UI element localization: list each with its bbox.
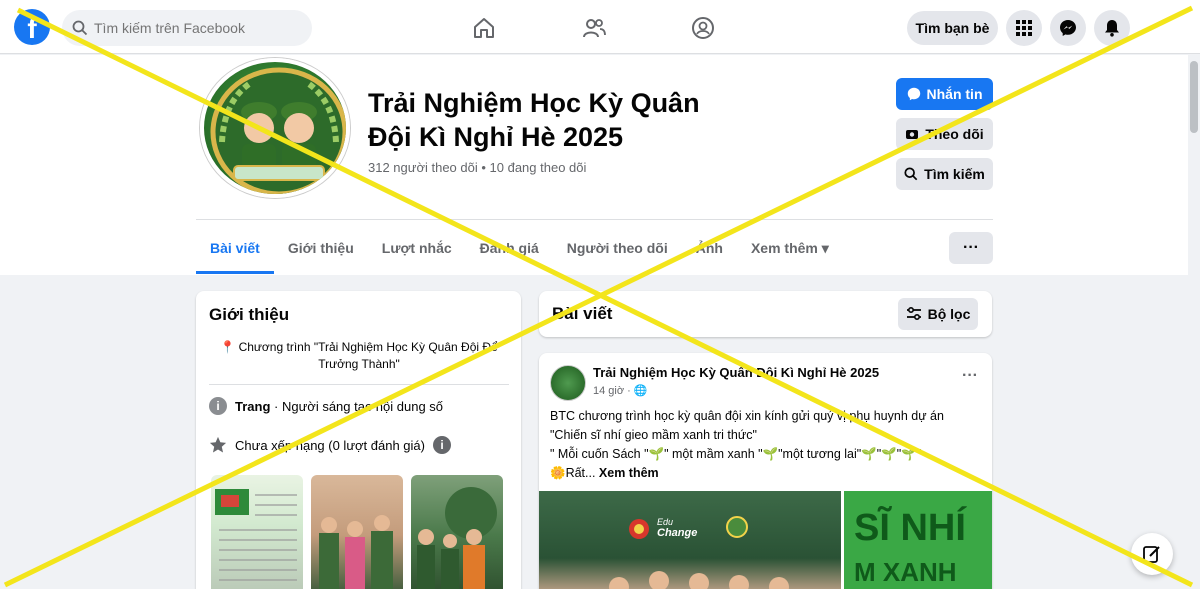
- page-title-line-2: Đội Kì Nghỉ Hè 2025: [368, 122, 624, 152]
- info-icon[interactable]: i: [433, 436, 451, 454]
- page-search-button[interactable]: Tìm kiếm: [896, 158, 993, 190]
- post-text-line-1: BTC chương trình học kỳ quân đội xin kín…: [550, 409, 944, 423]
- page-label: Trang: [235, 398, 271, 414]
- tab-mentions[interactable]: Lượt nhắc: [368, 222, 466, 274]
- scrollbar[interactable]: [1188, 55, 1200, 589]
- tab-posts[interactable]: Bài viết: [196, 222, 274, 274]
- messenger-icon: [907, 87, 920, 101]
- post-author-avatar[interactable]: [550, 365, 586, 401]
- tab-see-more-label: Xem thêm: [750, 240, 818, 256]
- globe-icon: 🌐: [633, 385, 648, 397]
- search-input[interactable]: [94, 20, 294, 36]
- tab-about[interactable]: Giới thiệu: [274, 222, 368, 274]
- follower-stats: 312 người theo dõi • 10 đang theo dõi: [368, 160, 587, 175]
- post-options-button[interactable]: ···: [962, 367, 978, 385]
- find-friends-button[interactable]: Tìm bạn bè: [907, 11, 998, 45]
- post-image-left[interactable]: Edu Change: [539, 491, 841, 589]
- posts-title: Bài viết: [552, 304, 613, 323]
- intro-photo-2[interactable]: [311, 475, 403, 589]
- intro-title: Giới thiệu: [209, 305, 290, 324]
- more-dots-icon: ···: [963, 239, 979, 256]
- posts-header-card: Bài viết Bộ lọc: [539, 291, 992, 337]
- page-type: · Người sáng tạo nội dung số: [274, 398, 444, 414]
- filter-button-label: Bộ lọc: [927, 306, 971, 322]
- messenger-icon[interactable]: [1050, 10, 1086, 46]
- follow-icon: [906, 130, 919, 139]
- groups-icon[interactable]: [690, 15, 716, 41]
- message-button-label: Nhắn tin: [926, 86, 983, 102]
- see-more-link[interactable]: Xem thêm: [599, 466, 659, 480]
- intro-divider: [209, 384, 509, 385]
- intro-card: Giới thiệu 📍 Chương trình "Trải Nghiệm H…: [196, 291, 521, 589]
- page-tabs: Bài viết Giới thiệu Lượt nhắc Đánh giá N…: [196, 222, 843, 274]
- intro-bio-text: Chương trình "Trải Nghiệm Học Kỳ Quân Độ…: [238, 340, 498, 371]
- page-title-line-1: Trải Nghiệm Học Kỳ Quân: [368, 88, 700, 118]
- edu-change-logo-2: Change: [657, 527, 697, 539]
- friends-icon[interactable]: [581, 15, 607, 41]
- post-time-text: 14 giờ: [593, 385, 625, 397]
- search-box[interactable]: [62, 10, 312, 46]
- post-text-line-4: 🌼Rất... Xem thêm: [550, 464, 982, 483]
- caret-down-icon: ▾: [821, 240, 829, 256]
- post-timestamp[interactable]: 14 giờ · 🌐: [593, 384, 648, 397]
- post-card: Trải Nghiệm Học Kỳ Quân Đội Kì Nghỉ Hè 2…: [539, 353, 992, 589]
- menu-grid-icon[interactable]: [1006, 10, 1042, 46]
- post-text-line-3: " Mỗi cuốn Sách "🌱" một mầm xanh "🌱"một …: [550, 447, 922, 461]
- page-search-button-label: Tìm kiếm: [924, 166, 985, 182]
- tab-reviews[interactable]: Đánh giá: [466, 222, 553, 274]
- follow-button-label: Theo dõi: [925, 126, 984, 142]
- more-options-button[interactable]: ···: [949, 232, 993, 264]
- intro-photo-1[interactable]: [211, 475, 303, 589]
- intro-photo-3[interactable]: [411, 475, 503, 589]
- header-divider: [196, 219, 993, 220]
- top-navigation-bar: f Tìm bạn bè: [0, 0, 1200, 54]
- search-icon: [904, 167, 918, 181]
- intro-bio: 📍 Chương trình "Trải Nghiệm Học Kỳ Quân …: [209, 339, 509, 373]
- post-text: BTC chương trình học kỳ quân đội xin kín…: [550, 407, 982, 483]
- filter-button[interactable]: Bộ lọc: [898, 298, 978, 330]
- new-message-button[interactable]: [1131, 533, 1173, 575]
- star-icon: [209, 436, 227, 453]
- scroll-thumb[interactable]: [1190, 61, 1198, 133]
- compose-icon: [1143, 546, 1160, 563]
- page-title: Trải Nghiệm Học Kỳ Quân Đội Kì Nghỉ Hè 2…: [368, 86, 788, 154]
- page-category-row: i Trang · Người sáng tạo nội dung số: [209, 397, 443, 415]
- post-image-headline-1: SĨ NHÍ: [854, 507, 966, 549]
- notifications-bell-icon[interactable]: [1094, 10, 1130, 46]
- tab-photos[interactable]: Ảnh: [682, 222, 737, 274]
- home-icon[interactable]: [471, 15, 497, 41]
- pin-icon: 📍: [220, 340, 236, 354]
- post-author-name[interactable]: Trải Nghiệm Học Kỳ Quân Đội Kì Nghỉ Hè 2…: [593, 365, 879, 380]
- tab-see-more[interactable]: Xem thêm ▾: [737, 222, 843, 274]
- rating-text: Chưa xếp hạng (0 lượt đánh giá): [235, 437, 425, 453]
- post-image-headline-2: M XANH: [854, 557, 957, 587]
- post-text-line-2: "Chiến sĩ nhí gieo mầm xanh tri thức": [550, 428, 757, 442]
- info-icon: i: [209, 397, 227, 415]
- search-icon: [72, 20, 88, 36]
- follow-button[interactable]: Theo dõi: [896, 118, 993, 150]
- facebook-logo-icon[interactable]: f: [14, 9, 50, 45]
- filter-sliders-icon: [906, 307, 921, 321]
- post-text-truncated: 🌼Rất...: [550, 466, 596, 480]
- edu-change-logo: Edu: [657, 517, 673, 527]
- tab-followers[interactable]: Người theo dõi: [553, 222, 682, 274]
- post-image-right[interactable]: SĨ NHÍ M XANH: [844, 491, 992, 589]
- message-button[interactable]: Nhắn tin: [896, 78, 993, 110]
- page-avatar[interactable]: [200, 58, 350, 198]
- rating-row: Chưa xếp hạng (0 lượt đánh giá) i: [209, 436, 451, 454]
